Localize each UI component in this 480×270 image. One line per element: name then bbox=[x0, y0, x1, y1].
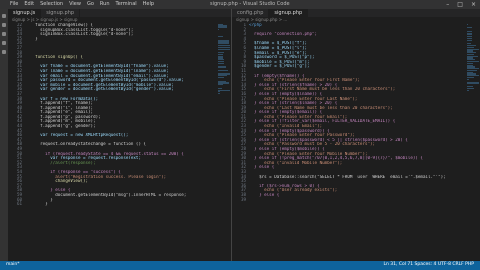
minimap-line bbox=[218, 36, 223, 38]
line-number: 39 bbox=[240, 196, 246, 202]
tab-signup-js[interactable]: signup.js bbox=[8, 9, 42, 17]
minimap-line bbox=[467, 78, 469, 80]
menu-item-terminal[interactable]: Terminal bbox=[116, 1, 137, 7]
right-editor[interactable]: 1 2 3 4 5 6 7 8 9 10 11 12 13 14 15 16 17 18 19 20 21 22 23 24 2… bbox=[232, 23, 466, 261]
minimap-line bbox=[467, 89, 470, 91]
right-line-numbers: 1 2 3 4 5 6 7 8 9 10 11 12 13 14 15 16 17 18 19 20 21 22 23 24 2… bbox=[232, 23, 246, 261]
minimap-line bbox=[467, 23, 468, 25]
minimap-line bbox=[467, 39, 472, 41]
code-line[interactable]: } bbox=[25, 202, 217, 207]
menu-item-file[interactable]: File bbox=[10, 1, 18, 7]
left-editor[interactable]: 22 23 24 25 26 27 28 29 30 31 32 33 34 35 36 37 38 39 40 41… bbox=[8, 23, 217, 261]
menu-item-run[interactable]: Run bbox=[100, 1, 110, 7]
run-debug-icon[interactable] bbox=[2, 41, 6, 45]
left-tab-bar: signup.js signup.php bbox=[8, 9, 231, 17]
minimap-line bbox=[218, 27, 227, 29]
right-minimap[interactable] bbox=[466, 23, 480, 143]
left-line-numbers: 22 23 24 25 26 27 28 29 30 31 32 33 34 35 36 37 38 39 40 41… bbox=[8, 23, 22, 261]
activity-bar bbox=[0, 9, 8, 261]
menu-item-go[interactable]: Go bbox=[87, 1, 94, 7]
close-icon[interactable]: × bbox=[471, 1, 476, 8]
minimap-line bbox=[218, 62, 224, 64]
minimap-line bbox=[218, 69, 228, 72]
minimap-line bbox=[218, 93, 220, 95]
extensions-icon[interactable] bbox=[2, 50, 6, 54]
right-tab-bar: config.php signup.php bbox=[232, 9, 480, 17]
minimap-line bbox=[467, 82, 479, 84]
code-line[interactable] bbox=[249, 198, 466, 203]
status-bar: main* Ln 31, Col 71 Spaces: 4 UTF-8 CRLF… bbox=[0, 261, 480, 270]
source-control-icon[interactable] bbox=[2, 32, 6, 36]
search-icon[interactable] bbox=[2, 23, 6, 27]
status-branch[interactable]: main* bbox=[6, 262, 20, 267]
minimap-line bbox=[218, 84, 223, 86]
menu-bar: File Edit Selection View Go Run Terminal Help bbox=[10, 1, 154, 7]
tab-signup-php[interactable]: signup.php bbox=[41, 9, 81, 17]
menu-item-view[interactable]: View bbox=[69, 1, 81, 7]
title-bar: File Edit Selection View Go Run Terminal Help s… bbox=[0, 0, 480, 9]
window-title: signup.php - Visual Studio Code bbox=[210, 1, 290, 7]
explorer-icon[interactable] bbox=[2, 14, 6, 18]
code-line[interactable]: $rs = Database::search("SELECT * FROM `u… bbox=[249, 175, 466, 180]
left-code[interactable]: function changeView() { signupBox.classL… bbox=[25, 23, 217, 261]
minimap-line bbox=[218, 77, 224, 79]
minimap-line bbox=[218, 28, 219, 31]
menu-item-help[interactable]: Help bbox=[143, 1, 154, 7]
tab-signup-php[interactable]: signup.php bbox=[269, 9, 309, 17]
status-info[interactable]: Ln 31, Col 71 Spaces: 4 UTF-8 CRLF PHP bbox=[383, 262, 474, 267]
tab-config-php[interactable]: config.php bbox=[232, 9, 270, 17]
minimap-line bbox=[218, 66, 227, 68]
right-code[interactable]: <?php require "connection.php"; $fname =… bbox=[249, 23, 466, 261]
menu-item-edit[interactable]: Edit bbox=[24, 1, 34, 7]
minimize-icon[interactable]: – bbox=[446, 1, 449, 8]
maximize-icon[interactable]: □ bbox=[457, 1, 463, 8]
menu-item-selection[interactable]: Selection bbox=[40, 1, 63, 7]
minimap-line bbox=[218, 48, 230, 50]
left-minimap[interactable] bbox=[217, 23, 231, 143]
minimap-line bbox=[467, 27, 473, 29]
line-number: 61 bbox=[16, 201, 22, 207]
window-controls: – □ × bbox=[446, 1, 476, 8]
